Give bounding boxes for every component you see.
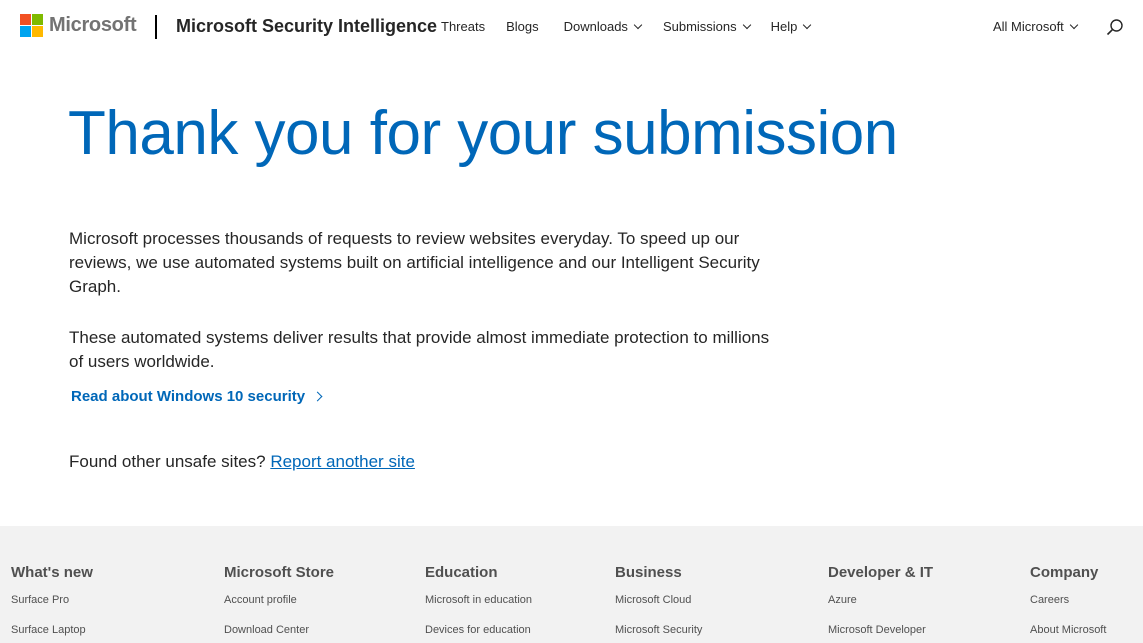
- site-title[interactable]: Microsoft Security Intelligence: [176, 16, 437, 37]
- chevron-right-icon: [312, 391, 323, 402]
- footer-column-developer-it: Developer & IT Azure Microsoft Developer: [828, 564, 933, 636]
- nav-help-label: Help: [770, 19, 798, 34]
- nav-downloads-label: Downloads: [563, 19, 628, 34]
- footer-column-microsoft-store: Microsoft Store Account profile Download…: [224, 564, 334, 636]
- report-prompt: Found other unsafe sites? Report another…: [69, 452, 415, 472]
- nav-submissions-label: Submissions: [662, 19, 737, 34]
- brand-name: Microsoft: [49, 14, 137, 36]
- footer-heading: What's new: [11, 564, 93, 581]
- footer-link[interactable]: Careers: [1030, 594, 1106, 606]
- microsoft-logo-icon: [20, 14, 43, 37]
- footer-link[interactable]: About Microsoft: [1030, 624, 1106, 636]
- all-microsoft-menu[interactable]: All Microsoft: [993, 19, 1079, 34]
- microsoft-logo[interactable]: Microsoft: [20, 14, 137, 37]
- nav-threats-label: Threats: [441, 19, 486, 34]
- footer-link[interactable]: Devices for education: [425, 624, 532, 636]
- footer-heading: Developer & IT: [828, 564, 934, 581]
- footer-link[interactable]: Microsoft Developer: [828, 624, 933, 636]
- footer-column-business: Business Microsoft Cloud Microsoft Secur…: [615, 564, 702, 636]
- footer-link[interactable]: Surface Laptop: [11, 624, 93, 636]
- page-title: Thank you for your submission: [68, 99, 898, 168]
- footer-link[interactable]: Surface Pro: [11, 594, 93, 606]
- chevron-down-icon: [633, 20, 643, 30]
- footer-link[interactable]: Download Center: [224, 624, 334, 636]
- chevron-down-icon: [742, 20, 751, 30]
- main-nav: Threats Blogs Downloads Submissions Help: [441, 19, 812, 34]
- site-header: Microsoft Microsoft Security Intelligenc…: [0, 0, 1143, 56]
- search-icon: [1106, 19, 1123, 36]
- read-link-label: Read about Windows 10 security: [71, 388, 306, 405]
- nav-blogs-label: Blogs: [506, 19, 539, 34]
- report-another-site-link[interactable]: Report another site: [270, 452, 415, 471]
- footer-link[interactable]: Microsoft Security: [615, 624, 702, 636]
- footer-link[interactable]: Microsoft Cloud: [615, 594, 702, 606]
- nav-help[interactable]: Help: [770, 19, 812, 34]
- footer-heading: Company: [1030, 564, 1099, 581]
- nav-threats[interactable]: Threats: [441, 19, 485, 34]
- found-other-text: Found other unsafe sites?: [69, 452, 266, 471]
- site-footer: What's new Surface Pro Surface Laptop Mi…: [0, 526, 1143, 643]
- nav-downloads[interactable]: Downloads: [563, 19, 643, 34]
- footer-heading: Business: [615, 564, 682, 581]
- header-divider: [155, 15, 157, 39]
- read-windows-security-link[interactable]: Read about Windows 10 security: [71, 388, 323, 405]
- intro-paragraph: Microsoft processes thousands of request…: [69, 229, 760, 296]
- footer-link[interactable]: Microsoft in education: [425, 594, 532, 606]
- chevron-down-icon: [1069, 20, 1079, 30]
- footer-column-whats-new: What's new Surface Pro Surface Laptop: [11, 564, 93, 636]
- nav-blogs[interactable]: Blogs: [506, 19, 539, 34]
- all-microsoft-label: All Microsoft: [993, 19, 1064, 34]
- protection-paragraph: These automated systems deliver results …: [69, 328, 770, 371]
- footer-heading: Microsoft Store: [224, 564, 335, 581]
- footer-heading: Education: [425, 564, 498, 581]
- footer-link[interactable]: Account profile: [224, 594, 334, 606]
- search-button[interactable]: [1105, 18, 1125, 38]
- nav-submissions[interactable]: Submissions: [662, 19, 751, 34]
- chevron-down-icon: [803, 20, 812, 30]
- footer-link[interactable]: Azure: [828, 594, 933, 606]
- footer-column-company: Company Careers About Microsoft: [1030, 564, 1106, 636]
- footer-column-education: Education Microsoft in education Devices…: [425, 564, 532, 636]
